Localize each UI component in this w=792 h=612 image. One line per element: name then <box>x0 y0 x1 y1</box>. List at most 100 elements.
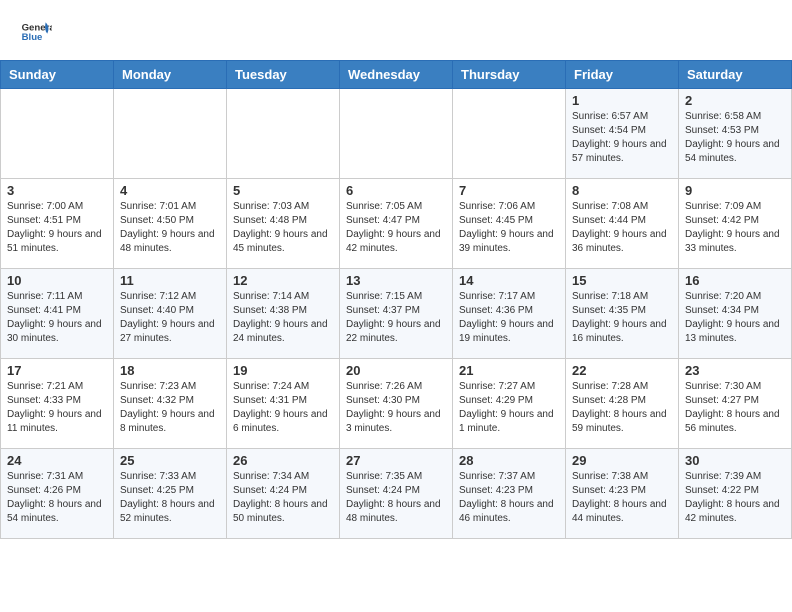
day-info: Sunrise: 7:39 AM Sunset: 4:22 PM Dayligh… <box>685 470 785 526</box>
logo-icon: General Blue <box>20 16 52 48</box>
table-row: 4 Sunrise: 7:01 AM Sunset: 4:50 PM Daylig… <box>114 179 227 269</box>
day-info: Sunrise: 7:01 AM Sunset: 4:50 PM Dayligh… <box>120 200 220 256</box>
day-number: 8 <box>572 183 672 198</box>
day-number: 16 <box>685 273 785 288</box>
day-number: 23 <box>685 363 785 378</box>
day-info: Sunrise: 7:23 AM Sunset: 4:32 PM Dayligh… <box>120 380 220 436</box>
col-saturday: Saturday <box>679 61 792 89</box>
table-row: 17Sunrise: 7:21 AM Sunset: 4:33 PM Dayli… <box>1 359 114 449</box>
table-row <box>227 89 340 179</box>
table-row <box>453 89 566 179</box>
svg-text:Blue: Blue <box>22 32 43 43</box>
table-row: 24 Sunrise: 7:31 AM Sunset: 4:26 PM Dayli… <box>1 449 114 539</box>
table-row: 27 Sunrise: 7:35 AM Sunset: 4:24 PM Dayli… <box>340 449 453 539</box>
day-number: 19 <box>233 363 333 378</box>
day-info: Sunrise: 7:38 AM Sunset: 4:23 PM Dayligh… <box>572 470 672 526</box>
table-row: 20 Sunrise: 7:26 AM Sunset: 4:30 PM Dayli… <box>340 359 453 449</box>
table-row: 2 Sunrise: 6:58 AM Sunset: 4:53 PM Daylig… <box>679 89 792 179</box>
table-row: 5 Sunrise: 7:03 AM Sunset: 4:48 PM Daylig… <box>227 179 340 269</box>
table-row: 29 Sunrise: 7:38 AM Sunset: 4:23 PM Dayli… <box>566 449 679 539</box>
day-info: Sunrise: 7:31 AM Sunset: 4:26 PM Dayligh… <box>7 470 107 526</box>
day-info: Sunrise: 7:11 AM Sunset: 4:41 PM Dayligh… <box>7 290 107 346</box>
calendar-table: Sunday Monday Tuesday Wednesday Thursday… <box>0 60 792 539</box>
day-info: Sunrise: 7:03 AM Sunset: 4:48 PM Dayligh… <box>233 200 333 256</box>
table-row: 6 Sunrise: 7:05 AM Sunset: 4:47 PM Daylig… <box>340 179 453 269</box>
day-number: 4 <box>120 183 220 198</box>
calendar-week-row: 24 Sunrise: 7:31 AM Sunset: 4:26 PM Dayli… <box>1 449 792 539</box>
table-row <box>114 89 227 179</box>
day-info: Sunrise: 7:35 AM Sunset: 4:24 PM Dayligh… <box>346 470 446 526</box>
col-sunday: Sunday <box>1 61 114 89</box>
day-info: Sunrise: 7:12 AM Sunset: 4:40 PM Dayligh… <box>120 290 220 346</box>
table-row: 16 Sunrise: 7:20 AM Sunset: 4:34 PM Dayli… <box>679 269 792 359</box>
day-info: Sunrise: 7:00 AM Sunset: 4:51 PM Dayligh… <box>7 200 107 256</box>
table-row: 10 Sunrise: 7:11 AM Sunset: 4:41 PM Dayli… <box>1 269 114 359</box>
day-info: Sunrise: 7:14 AM Sunset: 4:38 PM Dayligh… <box>233 290 333 346</box>
day-number: 1 <box>572 93 672 108</box>
table-row: 23Sunrise: 7:30 AM Sunset: 4:27 PM Dayli… <box>679 359 792 449</box>
day-number: 10 <box>7 273 107 288</box>
day-info: Sunrise: 7:08 AM Sunset: 4:44 PM Dayligh… <box>572 200 672 256</box>
col-tuesday: Tuesday <box>227 61 340 89</box>
day-number: 15 <box>572 273 672 288</box>
table-row: 15Sunrise: 7:18 AM Sunset: 4:35 PM Dayli… <box>566 269 679 359</box>
day-number: 12 <box>233 273 333 288</box>
day-number: 29 <box>572 453 672 468</box>
day-number: 18 <box>120 363 220 378</box>
page-header: General Blue <box>0 0 792 52</box>
day-number: 5 <box>233 183 333 198</box>
table-row: 26 Sunrise: 7:34 AM Sunset: 4:24 PM Dayli… <box>227 449 340 539</box>
table-row: 14Sunrise: 7:17 AM Sunset: 4:36 PM Dayli… <box>453 269 566 359</box>
col-friday: Friday <box>566 61 679 89</box>
table-row: 1 Sunrise: 6:57 AM Sunset: 4:54 PM Daylig… <box>566 89 679 179</box>
day-number: 2 <box>685 93 785 108</box>
table-row: 9Sunrise: 7:09 AM Sunset: 4:42 PM Daylig… <box>679 179 792 269</box>
day-number: 24 <box>7 453 107 468</box>
table-row: 21 Sunrise: 7:27 AM Sunset: 4:29 PM Dayli… <box>453 359 566 449</box>
table-row <box>1 89 114 179</box>
calendar-week-row: 3Sunrise: 7:00 AM Sunset: 4:51 PM Daylig… <box>1 179 792 269</box>
day-number: 27 <box>346 453 446 468</box>
day-info: Sunrise: 7:20 AM Sunset: 4:34 PM Dayligh… <box>685 290 785 346</box>
day-info: Sunrise: 7:28 AM Sunset: 4:28 PM Dayligh… <box>572 380 672 436</box>
table-row: 7 Sunrise: 7:06 AM Sunset: 4:45 PM Daylig… <box>453 179 566 269</box>
calendar-header-row: Sunday Monday Tuesday Wednesday Thursday… <box>1 61 792 89</box>
day-info: Sunrise: 7:05 AM Sunset: 4:47 PM Dayligh… <box>346 200 446 256</box>
col-wednesday: Wednesday <box>340 61 453 89</box>
table-row: 19Sunrise: 7:24 AM Sunset: 4:31 PM Dayli… <box>227 359 340 449</box>
day-number: 11 <box>120 273 220 288</box>
table-row: 28 Sunrise: 7:37 AM Sunset: 4:23 PM Dayli… <box>453 449 566 539</box>
day-number: 6 <box>346 183 446 198</box>
day-number: 28 <box>459 453 559 468</box>
calendar-week-row: 10 Sunrise: 7:11 AM Sunset: 4:41 PM Dayli… <box>1 269 792 359</box>
day-number: 30 <box>685 453 785 468</box>
table-row: 11 Sunrise: 7:12 AM Sunset: 4:40 PM Dayli… <box>114 269 227 359</box>
calendar-week-row: 1 Sunrise: 6:57 AM Sunset: 4:54 PM Daylig… <box>1 89 792 179</box>
day-info: Sunrise: 6:57 AM Sunset: 4:54 PM Dayligh… <box>572 110 672 166</box>
day-info: Sunrise: 7:09 AM Sunset: 4:42 PM Dayligh… <box>685 200 785 256</box>
day-info: Sunrise: 7:06 AM Sunset: 4:45 PM Dayligh… <box>459 200 559 256</box>
day-number: 26 <box>233 453 333 468</box>
day-number: 21 <box>459 363 559 378</box>
table-row: 25 Sunrise: 7:33 AM Sunset: 4:25 PM Dayli… <box>114 449 227 539</box>
day-number: 7 <box>459 183 559 198</box>
day-number: 13 <box>346 273 446 288</box>
table-row: 3Sunrise: 7:00 AM Sunset: 4:51 PM Daylig… <box>1 179 114 269</box>
day-info: Sunrise: 7:27 AM Sunset: 4:29 PM Dayligh… <box>459 380 559 436</box>
day-info: Sunrise: 6:58 AM Sunset: 4:53 PM Dayligh… <box>685 110 785 166</box>
table-row: 30 Sunrise: 7:39 AM Sunset: 4:22 PM Dayli… <box>679 449 792 539</box>
day-info: Sunrise: 7:34 AM Sunset: 4:24 PM Dayligh… <box>233 470 333 526</box>
day-info: Sunrise: 7:15 AM Sunset: 4:37 PM Dayligh… <box>346 290 446 346</box>
day-info: Sunrise: 7:17 AM Sunset: 4:36 PM Dayligh… <box>459 290 559 346</box>
col-thursday: Thursday <box>453 61 566 89</box>
table-row: 22Sunrise: 7:28 AM Sunset: 4:28 PM Dayli… <box>566 359 679 449</box>
day-info: Sunrise: 7:26 AM Sunset: 4:30 PM Dayligh… <box>346 380 446 436</box>
day-number: 20 <box>346 363 446 378</box>
day-info: Sunrise: 7:33 AM Sunset: 4:25 PM Dayligh… <box>120 470 220 526</box>
day-info: Sunrise: 7:37 AM Sunset: 4:23 PM Dayligh… <box>459 470 559 526</box>
logo: General Blue <box>20 16 56 48</box>
col-monday: Monday <box>114 61 227 89</box>
day-number: 25 <box>120 453 220 468</box>
table-row: 8 Sunrise: 7:08 AM Sunset: 4:44 PM Daylig… <box>566 179 679 269</box>
table-row: 18 Sunrise: 7:23 AM Sunset: 4:32 PM Dayli… <box>114 359 227 449</box>
